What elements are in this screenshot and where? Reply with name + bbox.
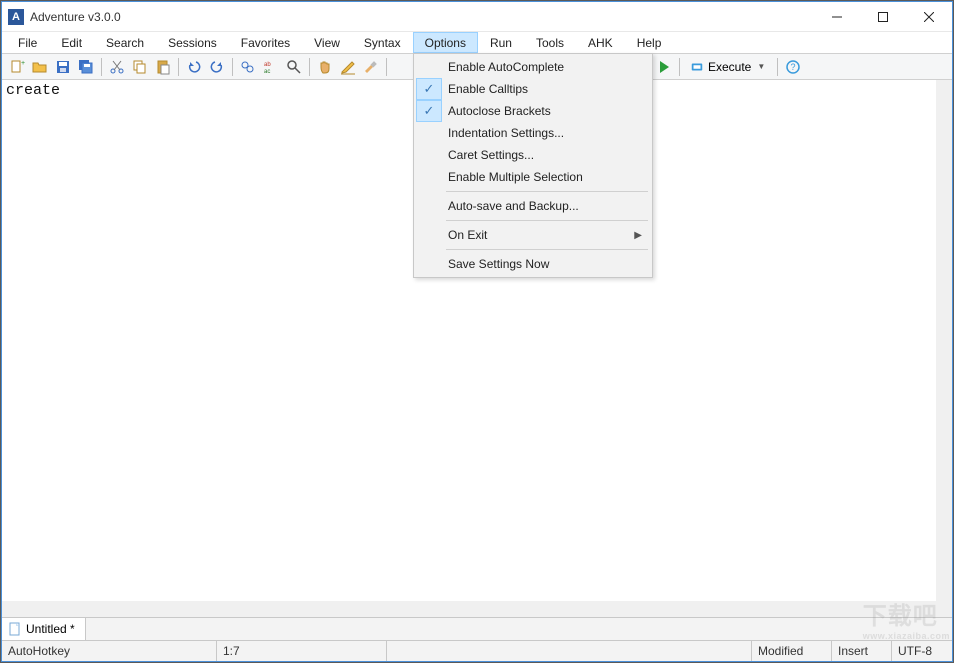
svg-text:ab: ab [264, 62, 271, 68]
check-icon: ✓ [416, 100, 442, 122]
close-button[interactable] [906, 2, 952, 31]
dd-autoclose-brackets[interactable]: ✓Autoclose Brackets [416, 100, 650, 122]
minimize-button[interactable] [814, 2, 860, 31]
menu-favorites[interactable]: Favorites [229, 32, 302, 53]
status-encoding: UTF-8 [892, 641, 952, 661]
separator [777, 58, 778, 76]
menu-sessions[interactable]: Sessions [156, 32, 229, 53]
undo-icon[interactable] [183, 56, 205, 78]
tab-label: Untitled * [26, 622, 75, 636]
replace-icon[interactable]: abac [260, 56, 282, 78]
execute-button[interactable]: Execute ▼ [684, 56, 773, 78]
help-icon[interactable]: ? [782, 56, 804, 78]
separator [679, 58, 680, 76]
svg-text:+: + [21, 60, 25, 67]
cut-icon[interactable] [106, 56, 128, 78]
menu-tools[interactable]: Tools [524, 32, 576, 53]
find-icon[interactable] [237, 56, 259, 78]
separator [309, 58, 310, 76]
dd-on-exit[interactable]: On Exit▶ [416, 224, 650, 246]
copy-icon[interactable] [129, 56, 151, 78]
dropdown-arrow-icon[interactable]: ▼ [755, 62, 767, 71]
dd-enable-autocomplete[interactable]: Enable AutoComplete [416, 56, 650, 78]
dd-caret-settings[interactable]: Caret Settings... [416, 144, 650, 166]
status-empty [387, 641, 752, 661]
separator [178, 58, 179, 76]
open-icon[interactable] [29, 56, 51, 78]
file-icon [8, 622, 22, 636]
window-title: Adventure v3.0.0 [30, 10, 814, 24]
maximize-button[interactable] [860, 2, 906, 31]
menu-syntax[interactable]: Syntax [352, 32, 413, 53]
menu-ahk[interactable]: AHK [576, 32, 625, 53]
menu-edit[interactable]: Edit [49, 32, 94, 53]
menu-help[interactable]: Help [625, 32, 674, 53]
tabbar: Untitled * [2, 617, 952, 641]
menu-separator [446, 249, 648, 250]
menu-options[interactable]: Options [413, 32, 478, 53]
menu-file[interactable]: File [6, 32, 49, 53]
hand-icon[interactable] [314, 56, 336, 78]
separator [101, 58, 102, 76]
app-icon: A [8, 9, 24, 25]
status-lang: AutoHotkey [2, 641, 217, 661]
new-file-icon[interactable]: + [6, 56, 28, 78]
menubar: File Edit Search Sessions Favorites View… [2, 32, 952, 54]
options-dropdown: Enable AutoComplete ✓Enable Calltips ✓Au… [413, 53, 653, 278]
save-all-icon[interactable] [75, 56, 97, 78]
pencil-icon[interactable] [337, 56, 359, 78]
statusbar: AutoHotkey 1:7 Modified Insert UTF-8 [2, 641, 952, 661]
execute-icon [690, 60, 704, 74]
save-icon[interactable] [52, 56, 74, 78]
dd-autosave-backup[interactable]: Auto-save and Backup... [416, 195, 650, 217]
search-icon[interactable] [283, 56, 305, 78]
dd-enable-calltips[interactable]: ✓Enable Calltips [416, 78, 650, 100]
menu-run[interactable]: Run [478, 32, 524, 53]
redo-icon[interactable] [206, 56, 228, 78]
status-insert: Insert [832, 641, 892, 661]
window-controls [814, 2, 952, 31]
tab-untitled[interactable]: Untitled * [2, 618, 86, 640]
run-icon[interactable] [653, 56, 675, 78]
separator [386, 58, 387, 76]
dd-multiple-selection[interactable]: Enable Multiple Selection [416, 166, 650, 188]
menu-separator [446, 191, 648, 192]
separator [232, 58, 233, 76]
check-icon: ✓ [416, 78, 442, 100]
submenu-arrow-icon: ▶ [634, 230, 650, 241]
titlebar: A Adventure v3.0.0 [2, 2, 952, 32]
brush-icon[interactable] [360, 56, 382, 78]
dd-save-settings-now[interactable]: Save Settings Now [416, 253, 650, 275]
menu-view[interactable]: View [302, 32, 352, 53]
svg-text:?: ? [791, 62, 796, 72]
menu-search[interactable]: Search [94, 32, 156, 53]
dd-indentation-settings[interactable]: Indentation Settings... [416, 122, 650, 144]
menu-separator [446, 220, 648, 221]
svg-text:ac: ac [264, 69, 270, 75]
execute-label: Execute [708, 60, 751, 74]
status-modified: Modified [752, 641, 832, 661]
paste-icon[interactable] [152, 56, 174, 78]
status-pos: 1:7 [217, 641, 387, 661]
editor-content: create [6, 82, 60, 99]
